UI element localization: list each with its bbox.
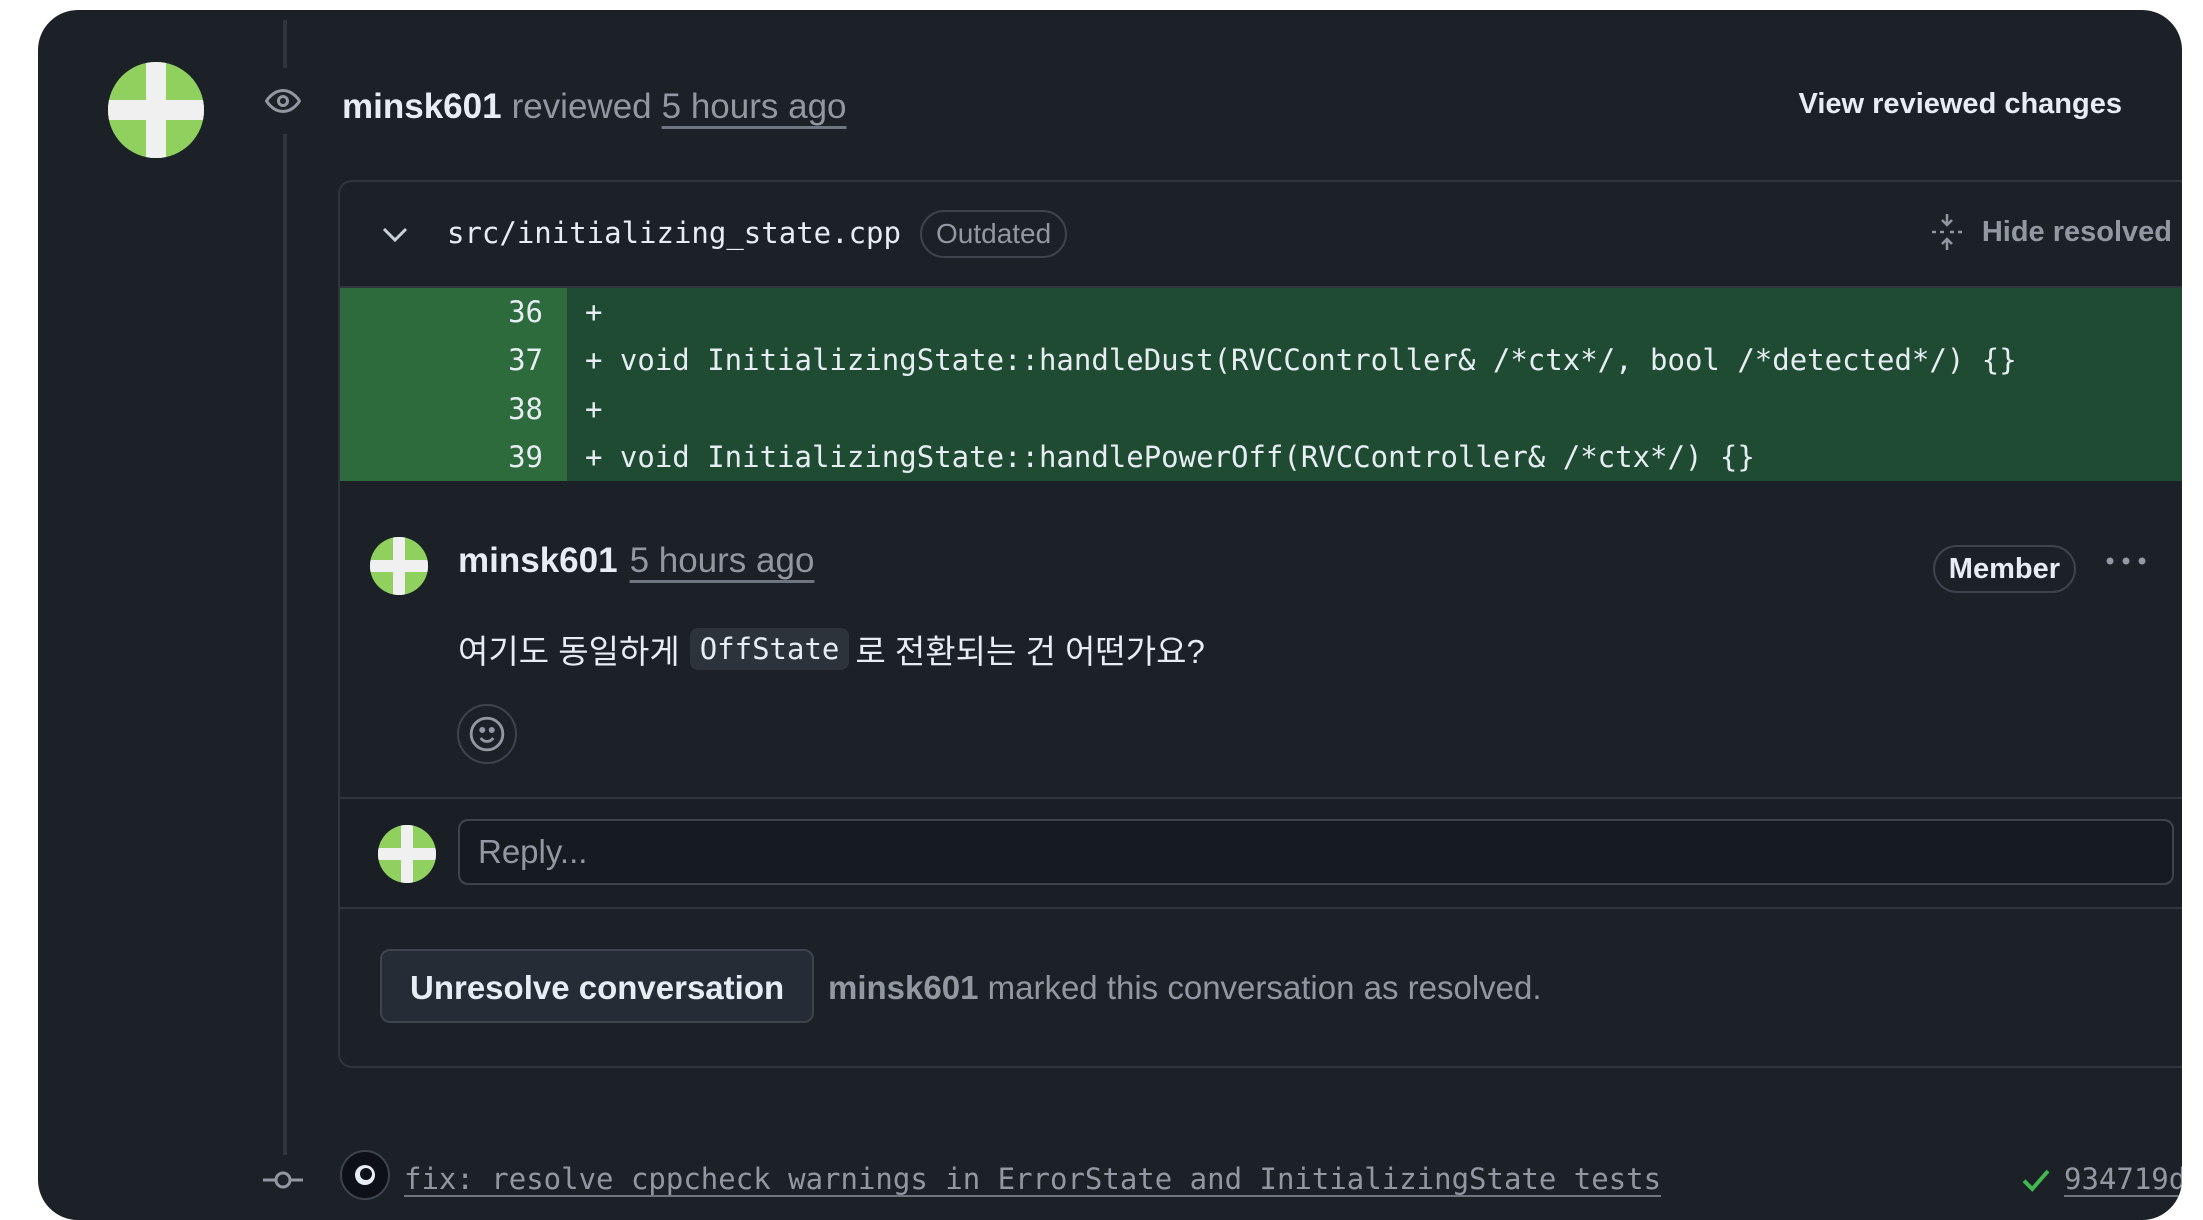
unresolve-conversation-button[interactable]: Unresolve conversation	[380, 949, 815, 1023]
file-path[interactable]: src/initializing_state.cpp	[447, 216, 901, 250]
diff-code: + void InitializingState::handleDust(RVC…	[585, 343, 2017, 378]
comment-text-after: 로 전환되는 건 어떤가요?	[855, 633, 1205, 670]
hide-resolved-button[interactable]: Hide resolved	[1930, 212, 2172, 252]
inline-code: OffState	[689, 628, 850, 670]
outdated-badge: Outdated	[920, 210, 1068, 258]
review-verb: reviewed	[511, 87, 652, 126]
diff-code: +	[585, 295, 603, 330]
hide-resolved-label: Hide resolved	[1981, 215, 2172, 248]
check-icon[interactable]	[2018, 1162, 2054, 1198]
add-reaction-button[interactable]	[457, 704, 517, 764]
resolve-row: Unresolve conversation minsk601 marked t…	[340, 909, 2182, 1059]
commit-author-avatar[interactable]	[340, 1150, 390, 1200]
diff-row: 38 +	[340, 384, 2182, 433]
diff-row: 37 + void InitializingState::handleDust(…	[340, 336, 2182, 385]
diff-line-number[interactable]: 36	[340, 288, 567, 337]
fold-icon	[1931, 214, 1962, 250]
diff-code: + void InitializingState::handlePowerOff…	[585, 439, 1755, 474]
comment-body: 여기도 동일하게 OffState 로 전환되는 건 어떤가요?	[458, 625, 1205, 673]
chevron-down-icon[interactable]	[380, 222, 410, 246]
comment-author[interactable]: minsk601	[458, 541, 618, 581]
comment-text-before: 여기도 동일하게	[458, 633, 680, 670]
review-thread: src/initializing_state.cpp Outdated Hide…	[338, 180, 2182, 1068]
timeline-line	[283, 20, 287, 1160]
review-timeline-panel: minsk601 reviewed 5 hours ago View revie…	[38, 10, 2182, 1220]
review-timestamp[interactable]: 5 hours ago	[662, 87, 847, 127]
smiley-icon	[469, 716, 505, 752]
resolved-text: marked this conversation as resolved.	[987, 969, 1542, 1006]
git-commit-icon	[250, 1155, 316, 1205]
resolved-status: minsk601 marked this conversation as res…	[828, 969, 1542, 1007]
eye-icon	[250, 68, 316, 134]
diff-hunk: 36 + 37 + void InitializingState::handle…	[340, 288, 2182, 481]
kebab-horizontal-icon[interactable]	[2104, 551, 2148, 571]
resolved-by-user[interactable]: minsk601	[828, 969, 978, 1006]
diff-line-number[interactable]: 37	[340, 336, 567, 385]
reply-avatar	[378, 825, 436, 883]
view-reviewed-changes-link[interactable]: View reviewed changes	[1799, 88, 2122, 121]
review-header: minsk601 reviewed 5 hours ago View revie…	[342, 82, 2122, 132]
diff-row: 36 +	[340, 288, 2182, 337]
diff-line-number[interactable]: 38	[340, 384, 567, 433]
reply-area	[340, 799, 2182, 909]
review-comment: minsk601 5 hours ago Member 여기도 동일하게 Off…	[340, 481, 2182, 799]
file-header: src/initializing_state.cpp Outdated Hide…	[340, 182, 2182, 288]
diff-line-number[interactable]: 39	[340, 432, 567, 481]
diff-code: +	[585, 391, 603, 426]
member-badge: Member	[1932, 545, 2076, 593]
commit-message-link[interactable]: fix: resolve cppcheck warnings in ErrorS…	[404, 1162, 1661, 1196]
comment-header: minsk601 5 hours ago	[458, 541, 814, 581]
reply-input[interactable]	[458, 819, 2174, 885]
comment-timestamp[interactable]: 5 hours ago	[630, 541, 815, 581]
diff-row: 39 + void InitializingState::handlePower…	[340, 432, 2182, 481]
reviewer-name[interactable]: minsk601	[342, 87, 502, 127]
comment-avatar[interactable]	[370, 537, 428, 595]
reviewer-avatar[interactable]	[108, 62, 204, 158]
commit-sha-link[interactable]: 934719d	[2064, 1162, 2182, 1196]
